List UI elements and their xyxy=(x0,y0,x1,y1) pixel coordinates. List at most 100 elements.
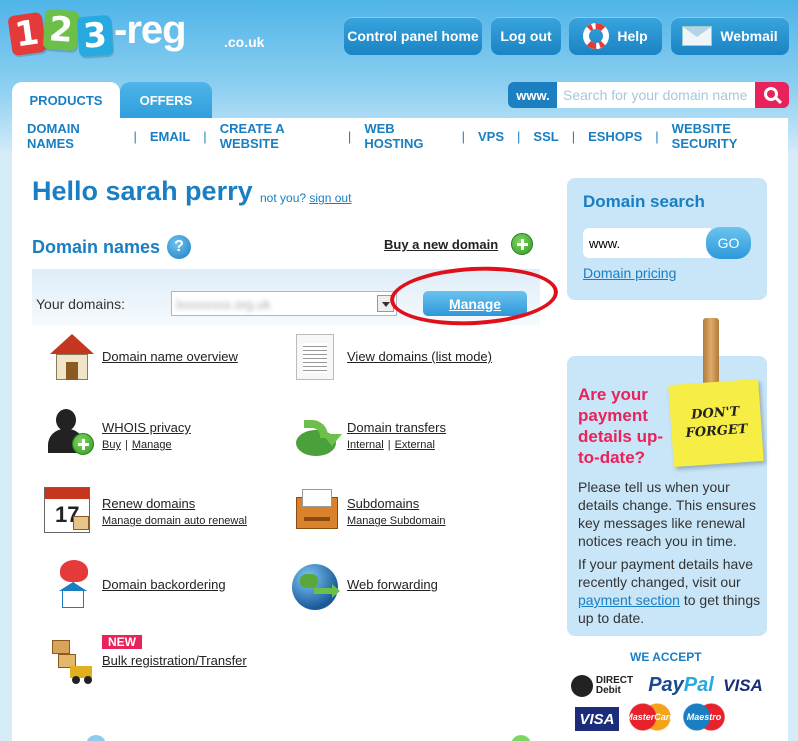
renew-sub-links: Manage domain auto renewal xyxy=(102,515,247,527)
bulk-registration-label: Bulk registration/Transfer xyxy=(102,653,247,668)
webmail-button[interactable]: Webmail xyxy=(671,17,789,55)
domain-search-go-button[interactable]: GO xyxy=(706,227,751,259)
nav-create-website[interactable]: CREATE A WEBSITE xyxy=(220,121,335,151)
help-question-icon[interactable]: ? xyxy=(167,235,191,259)
sticky-note: DON'T FORGET xyxy=(668,378,764,468)
logo-tld: .co.uk xyxy=(224,34,265,50)
nav-eshops[interactable]: ESHOPS xyxy=(588,129,642,144)
transfers-external-link[interactable]: External xyxy=(395,439,435,451)
logout-button[interactable]: Log out xyxy=(491,17,561,55)
nav-domain-names[interactable]: DOMAIN NAMES xyxy=(27,121,120,151)
logo-digit-3: 3 xyxy=(76,14,114,58)
nav-ssl[interactable]: SSL xyxy=(533,129,558,144)
tab-offers-label: OFFERS xyxy=(139,92,193,108)
transfers-internal-link[interactable]: Internal xyxy=(347,439,384,451)
domain-backordering-link[interactable]: Domain backordering xyxy=(102,577,226,592)
subdomains-link[interactable]: Subdomains xyxy=(347,496,445,511)
logo-digit-1: 1 xyxy=(7,11,47,57)
user-add-icon[interactable] xyxy=(46,409,94,455)
top-search-prefix: www. xyxy=(508,82,558,108)
domain-search-heading: Domain search xyxy=(583,192,705,211)
manage-subdomain-link[interactable]: Manage Subdomain xyxy=(347,515,445,527)
tab-products-label: PRODUCTS xyxy=(29,92,103,108)
nav-website-security[interactable]: WEBSITE SECURITY xyxy=(672,121,788,151)
nav-web-hosting[interactable]: WEB HOSTING xyxy=(364,121,448,151)
nav-separator: | xyxy=(347,128,352,144)
paypal-logo: Pay Pal xyxy=(644,672,718,698)
your-domains-label: Your domains: xyxy=(36,296,125,312)
renew-domains-link[interactable]: Renew domains xyxy=(102,496,247,511)
whois-privacy-link[interactable]: WHOIS privacy xyxy=(102,420,191,435)
domain-names-heading: Domain names xyxy=(32,237,161,257)
tray-paper xyxy=(302,489,332,507)
direct-debit-logo: DIRECT Debit xyxy=(569,673,635,699)
control-panel-home-button[interactable]: Control panel home xyxy=(344,17,482,55)
whois-sub-links: Buy | Manage xyxy=(102,439,191,451)
house-icon[interactable] xyxy=(50,334,94,380)
nav-vps[interactable]: VPS xyxy=(478,129,504,144)
link-separator: | xyxy=(124,439,128,451)
main-nav: DOMAIN NAMES | EMAIL | CREATE A WEBSITE … xyxy=(12,118,788,154)
whois-buy-link[interactable]: Buy xyxy=(102,439,121,451)
house-door xyxy=(66,362,78,380)
top-search-button[interactable] xyxy=(755,82,789,108)
domain-overview-link[interactable]: Domain name overview xyxy=(102,349,238,364)
calendar-house-badge xyxy=(73,516,89,530)
renew-domains-item: Renew domains Manage domain auto renewal xyxy=(102,496,247,527)
domain-backordering-label: Domain backordering xyxy=(102,577,226,592)
payment-section-link[interactable]: payment section xyxy=(578,592,680,608)
view-domains-list-label: View domains (list mode) xyxy=(347,349,492,364)
forklift-icon[interactable] xyxy=(50,638,96,686)
user-head xyxy=(56,409,76,431)
tab-offers[interactable]: OFFERS xyxy=(120,82,212,118)
whois-privacy-item: WHOIS privacy Buy | Manage xyxy=(102,420,191,451)
buy-new-domain-link[interactable]: Buy a new domain xyxy=(384,237,498,252)
whois-manage-link[interactable]: Manage xyxy=(132,439,172,451)
logo-digit-2: 2 xyxy=(42,8,80,52)
nav-separator: | xyxy=(517,128,521,144)
forklift-wheel xyxy=(84,676,92,684)
document-list-icon[interactable] xyxy=(296,334,334,380)
view-domains-list-link[interactable]: View domains (list mode) xyxy=(347,349,492,364)
not-you-text: not you? sign out xyxy=(260,191,351,205)
we-accept-heading: WE ACCEPT xyxy=(630,650,702,664)
nav-separator: | xyxy=(655,128,659,144)
plus-icon xyxy=(72,433,94,455)
direct-debit-text: DIRECT Debit xyxy=(596,676,633,696)
nav-separator: | xyxy=(461,128,465,144)
help-button[interactable]: Help xyxy=(569,17,662,55)
inbox-tray-icon[interactable] xyxy=(294,487,340,531)
payment-body-2-pre: If your payment details have recently ch… xyxy=(578,556,754,590)
domain-pricing-link[interactable]: Domain pricing xyxy=(583,265,676,281)
envelope-icon xyxy=(682,26,713,46)
subdomains-sub-links: Manage Subdomain xyxy=(347,515,445,527)
transfers-sub-links: Internal | External xyxy=(347,439,446,451)
nav-separator: | xyxy=(203,128,207,144)
transfer-arrow-icon[interactable] xyxy=(292,412,342,458)
web-forwarding-link[interactable]: Web forwarding xyxy=(347,577,438,592)
add-plus-icon[interactable] xyxy=(511,233,533,255)
sign-out-link[interactable]: sign out xyxy=(309,191,351,205)
balloon-shape xyxy=(60,560,88,582)
tab-products[interactable]: PRODUCTS xyxy=(12,82,120,118)
site-logo[interactable]: 1 2 3 -reg .co.uk xyxy=(7,8,270,66)
lifebuoy-icon xyxy=(583,23,610,49)
calendar-icon[interactable]: 17 xyxy=(44,487,90,533)
new-badge: NEW xyxy=(102,635,142,649)
domain-select[interactable]: lxxxxxxxx.org.uk xyxy=(171,291,397,316)
maestro-logo: Maestro xyxy=(680,703,728,731)
domain-transfers-item: Domain transfers Internal | External xyxy=(347,420,446,451)
domain-search-input[interactable] xyxy=(583,228,711,258)
balloon-house-icon[interactable] xyxy=(50,560,96,610)
logout-label: Log out xyxy=(500,28,552,44)
forklift-wheel xyxy=(72,676,80,684)
transfer-arrow-tip xyxy=(322,434,342,446)
nav-email[interactable]: EMAIL xyxy=(150,129,190,144)
visa-electron-logo: VISA xyxy=(575,703,619,731)
top-search-input[interactable] xyxy=(557,82,755,108)
bulk-registration-link[interactable]: Bulk registration/Transfer xyxy=(102,653,247,668)
auto-renewal-link[interactable]: Manage domain auto renewal xyxy=(102,515,247,527)
domain-transfers-link[interactable]: Domain transfers xyxy=(347,420,446,435)
balloon-house-body xyxy=(62,590,84,608)
globe-icon[interactable] xyxy=(292,564,340,610)
